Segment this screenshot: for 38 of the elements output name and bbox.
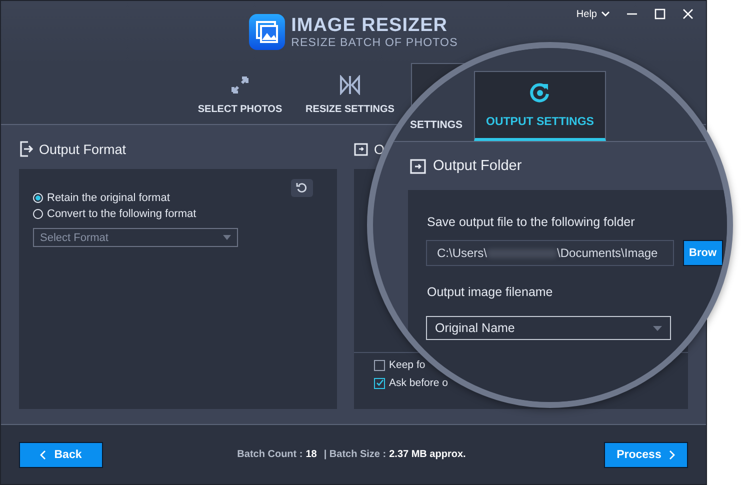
radio-button[interactable] bbox=[33, 193, 43, 203]
batch-size-label: | Batch Size : bbox=[324, 449, 386, 460]
filename-dropdown[interactable]: Original Name bbox=[426, 316, 671, 340]
maximize-icon[interactable] bbox=[654, 8, 666, 20]
batch-count-value: 18 bbox=[306, 449, 317, 460]
help-menu[interactable]: Help bbox=[576, 8, 610, 20]
dropdown-arrow-icon bbox=[223, 235, 231, 240]
chevron-right-icon bbox=[669, 450, 676, 460]
format-dropdown[interactable]: Select Format bbox=[33, 228, 238, 247]
radio-option[interactable]: Retain the original format bbox=[33, 192, 323, 204]
reset-button[interactable] bbox=[291, 179, 313, 197]
close-icon[interactable] bbox=[682, 8, 694, 20]
export-file-icon bbox=[19, 141, 33, 157]
panel-title: Output Folder bbox=[433, 158, 522, 174]
app-subtitle: RESIZE BATCH OF PHOTOS bbox=[291, 36, 458, 50]
tab[interactable]: OUTPUT SETTINGS bbox=[474, 71, 606, 141]
batch-count-label: Batch Count : bbox=[237, 449, 303, 460]
photo-logo-icon bbox=[249, 14, 286, 50]
field-label: Save output file to the following folder bbox=[427, 215, 635, 229]
tab[interactable]: SELECT PHOTOS bbox=[185, 63, 295, 124]
checkbox-option[interactable]: Ask before o bbox=[374, 377, 448, 389]
panel-title: Output Format bbox=[39, 142, 126, 156]
folder-path-field[interactable]: C:\Users\ \Documents\Image bbox=[426, 240, 674, 266]
tab[interactable]: SETTINGS bbox=[410, 114, 463, 141]
resize-arrows-icon bbox=[340, 75, 360, 95]
refresh-target-icon bbox=[529, 82, 551, 104]
field-label: Output image filename bbox=[427, 285, 553, 299]
folder-icon bbox=[410, 158, 426, 174]
checkbox-option[interactable]: Keep fo bbox=[374, 359, 426, 371]
folder-icon bbox=[354, 142, 368, 156]
expand-arrows-icon bbox=[230, 75, 250, 95]
chevron-left-icon bbox=[40, 450, 46, 460]
chevron-down-icon bbox=[601, 11, 610, 17]
app-title: IMAGE RESIZER bbox=[291, 14, 449, 36]
batch-size-value: 2.37 MB approx. bbox=[389, 449, 466, 460]
radio-option[interactable]: Convert to the following format bbox=[33, 208, 323, 220]
dropdown-arrow-icon bbox=[653, 326, 662, 330]
radio-button[interactable] bbox=[33, 209, 43, 219]
